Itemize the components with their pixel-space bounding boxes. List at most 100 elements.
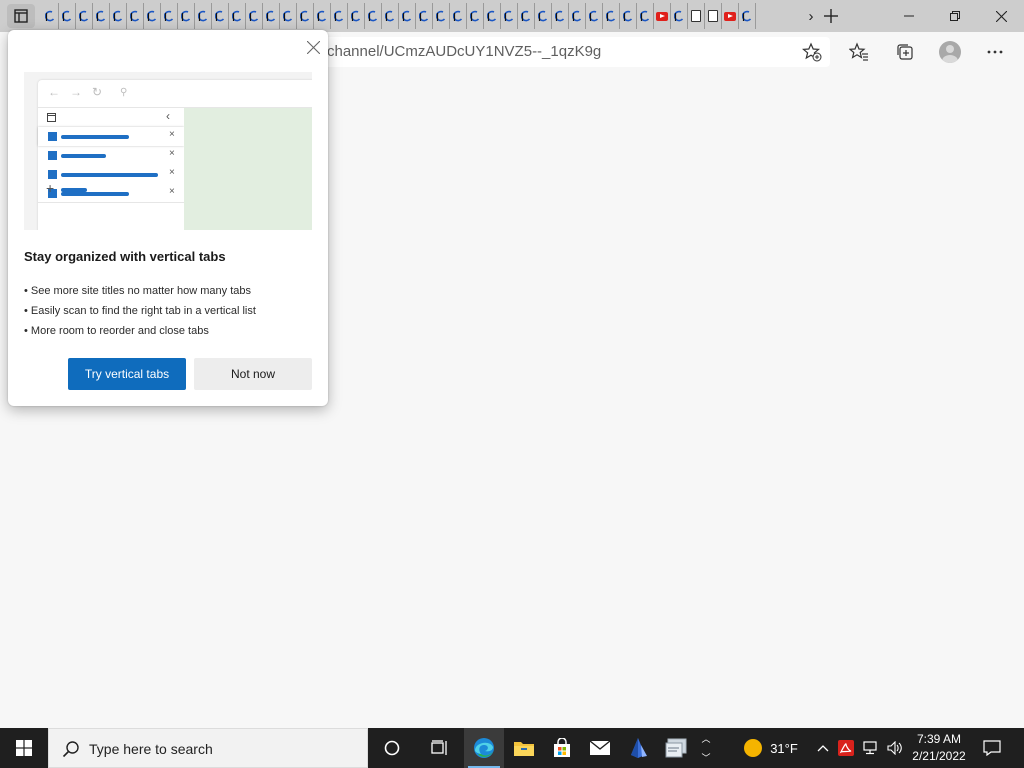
browser-tab[interactable] [280,3,297,29]
profile-button[interactable] [935,37,965,67]
collections-button[interactable] [890,37,920,67]
document-icon [691,10,701,22]
taskbar-search-box[interactable]: Type here to search [48,728,368,768]
close-tab-icon: × [169,167,175,178]
browser-tab[interactable] [620,3,637,29]
new-tab-bar [61,188,87,192]
favorites-button[interactable] [844,37,874,67]
loading-spinner-icon [674,10,684,21]
browser-tab[interactable] [59,3,76,29]
browser-tab[interactable] [110,3,127,29]
browser-tab[interactable] [229,3,246,29]
browser-tab[interactable] [671,3,688,29]
taskbar-scroll-buttons[interactable]: ︿ ﹀ [696,728,716,768]
tab-actions-menu-button[interactable] [0,0,42,32]
browser-tab[interactable] [416,3,433,29]
app-window-button[interactable] [656,728,696,768]
new-tab-button[interactable] [818,3,844,29]
speaker-icon [887,741,902,755]
search-placeholder: Type here to search [89,741,213,757]
browser-tab[interactable] [603,3,620,29]
browser-tab[interactable] [127,3,144,29]
loading-spinner-icon [317,10,327,21]
browser-tab[interactable] [246,3,263,29]
browser-tab[interactable] [467,3,484,29]
close-window-button[interactable] [978,0,1024,32]
browser-tab[interactable] [382,3,399,29]
loading-spinner-icon [198,10,208,21]
browser-tab[interactable] [688,3,705,29]
browser-tab[interactable] [705,3,722,29]
settings-more-button[interactable] [980,37,1010,67]
browser-tab[interactable] [76,3,93,29]
search-icon [62,741,79,758]
browser-tab[interactable] [365,3,382,29]
browser-tab[interactable] [399,3,416,29]
browser-tab[interactable] [178,3,195,29]
network-icon [863,741,877,755]
mail-button[interactable] [580,728,620,768]
browser-tab[interactable] [518,3,535,29]
task-view-button[interactable] [420,728,460,768]
taskbar-clock[interactable]: 7:39 AM 2/21/2022 [906,731,972,765]
microsoft-store-button[interactable] [542,728,582,768]
close-tab-icon: × [169,186,175,197]
show-hidden-icons-button[interactable] [814,728,832,768]
browser-tab[interactable] [314,3,331,29]
not-now-button[interactable]: Not now [194,358,312,390]
illustration-browser-frame: ← → ↻ ⚲ ‹ × × × × + [38,80,312,230]
mail-icon [589,740,611,755]
bullet-item: • See more site titles no matter how man… [24,285,252,297]
loading-spinner-icon [623,10,633,21]
youtube-icon [656,11,668,21]
browser-tab[interactable] [569,3,586,29]
browser-tab[interactable] [654,3,671,29]
browser-tab[interactable] [535,3,552,29]
browser-tab[interactable] [144,3,161,29]
cortana-button[interactable] [372,728,412,768]
browser-tab[interactable] [93,3,110,29]
browser-tab[interactable] [212,3,229,29]
browser-tab[interactable] [450,3,467,29]
browser-tab[interactable] [722,3,739,29]
edge-taskbar-button[interactable] [464,728,504,768]
loading-spinner-icon [436,10,446,21]
browser-tab[interactable] [433,3,450,29]
browser-tab[interactable] [637,3,654,29]
browser-tab[interactable] [348,3,365,29]
browser-tab[interactable] [331,3,348,29]
app-crystal-button[interactable] [618,728,658,768]
volume-tray-icon[interactable] [884,728,906,768]
browser-tab[interactable] [552,3,569,29]
restore-button[interactable] [932,0,978,32]
close-tab-icon: × [169,148,175,159]
notifications-button[interactable] [980,728,1004,768]
browser-tab[interactable] [586,3,603,29]
plus-icon: + [46,180,55,196]
avatar [939,41,961,63]
start-button[interactable] [0,728,48,768]
loading-spinner-icon [521,10,531,21]
acrobat-tray-icon[interactable] [836,728,856,768]
try-vertical-tabs-button[interactable]: Try vertical tabs [68,358,186,390]
crystal-app-icon [631,738,647,758]
address-bar-url[interactable]: channel/UCmzAUDcUY1NVZ5--_1qzK9g [327,43,601,60]
weather-temperature: 31°F [770,740,798,756]
browser-tab[interactable] [484,3,501,29]
browser-tab[interactable] [42,3,59,29]
windows-logo-icon [16,740,32,756]
network-tray-icon[interactable] [860,728,882,768]
weather-widget[interactable]: 31°F [738,728,804,768]
bullet-item: • More room to reorder and close tabs [24,325,209,337]
browser-tab[interactable] [263,3,280,29]
browser-tab[interactable] [195,3,212,29]
add-favorite-button[interactable] [797,37,827,67]
browser-tab[interactable] [501,3,518,29]
minimize-button[interactable] [886,0,932,32]
browser-tab[interactable] [297,3,314,29]
browser-tab[interactable] [161,3,178,29]
browser-tab[interactable] [739,3,756,29]
file-explorer-button[interactable] [504,728,544,768]
popup-close-button[interactable] [304,38,322,56]
illustration-tab-row: × [38,127,184,146]
